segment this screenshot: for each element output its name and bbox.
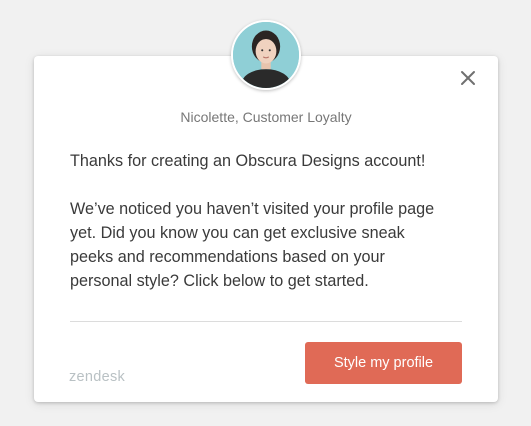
style-profile-button[interactable]: Style my profile	[305, 342, 462, 384]
sender-name: Nicolette, Customer Loyalty	[180, 109, 352, 125]
message-greeting: Thanks for creating an Obscura Designs a…	[70, 152, 426, 170]
message-line: yet. Did you know you can get exclusive …	[70, 224, 405, 242]
message-body: We’ve noticed you haven’t visited your p…	[70, 197, 470, 293]
message-card: Nicolette, Customer Loyalty Thanks for c…	[34, 56, 498, 402]
popup-stage: Nicolette, Customer Loyalty Thanks for c…	[0, 0, 531, 426]
divider	[70, 321, 462, 322]
close-icon[interactable]	[460, 70, 476, 86]
message-line: personal style? Click below to get start…	[70, 272, 369, 290]
avatar	[231, 20, 301, 90]
message-line: We’ve noticed you haven’t visited your p…	[70, 200, 435, 218]
zendesk-logo: zendesk	[69, 369, 126, 385]
avatar-portrait	[233, 22, 299, 88]
message-line: peeks and recommendations based on your	[70, 248, 385, 266]
